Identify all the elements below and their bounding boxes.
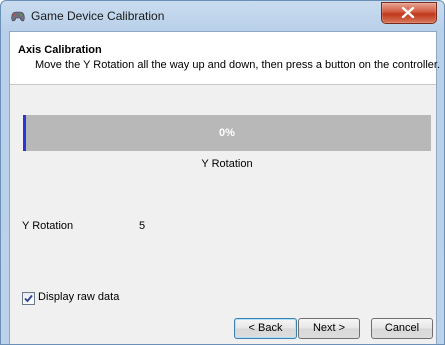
progress-percent: 0%: [219, 127, 235, 139]
window-title: Game Device Calibration: [31, 9, 165, 23]
back-button[interactable]: < Back: [234, 318, 297, 339]
calibration-window: Game Device Calibration Axis Calibration…: [0, 0, 445, 345]
game-controller-icon: [10, 9, 26, 23]
axis-caption: Y Rotation: [201, 158, 253, 170]
display-raw-label[interactable]: Display raw data: [38, 291, 119, 303]
wizard-header: Axis Calibration Move the Y Rotation all…: [10, 32, 440, 85]
close-icon: [401, 7, 415, 18]
close-button[interactable]: [381, 2, 437, 24]
raw-axis-value: 5: [139, 220, 146, 232]
checkmark-icon: [24, 294, 33, 303]
instruction-text: Move the Y Rotation all the way up and d…: [35, 59, 441, 71]
page-title: Axis Calibration: [18, 44, 102, 56]
next-button[interactable]: Next >: [298, 318, 360, 339]
raw-axis-label: Y Rotation: [22, 220, 74, 232]
dialog-body: Axis Calibration Move the Y Rotation all…: [9, 31, 440, 344]
title-bar[interactable]: Game Device Calibration: [1, 1, 444, 31]
cancel-button[interactable]: Cancel: [371, 318, 433, 339]
display-raw-checkbox[interactable]: [22, 292, 35, 305]
